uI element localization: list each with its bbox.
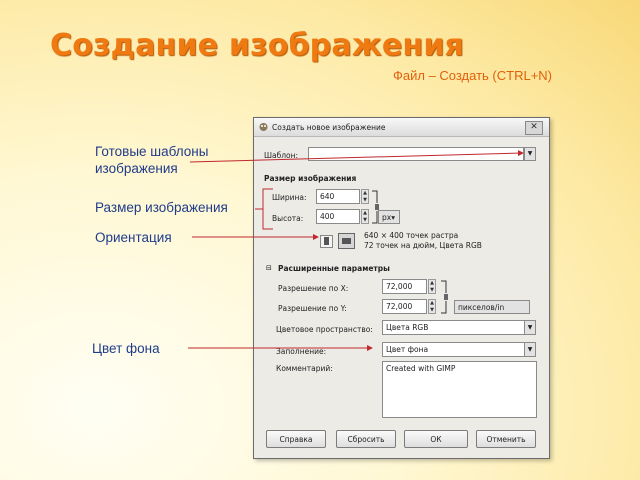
callout-arrows (188, 150, 524, 351)
size-bracket (262, 188, 273, 230)
templates-arrow (189, 150, 524, 163)
